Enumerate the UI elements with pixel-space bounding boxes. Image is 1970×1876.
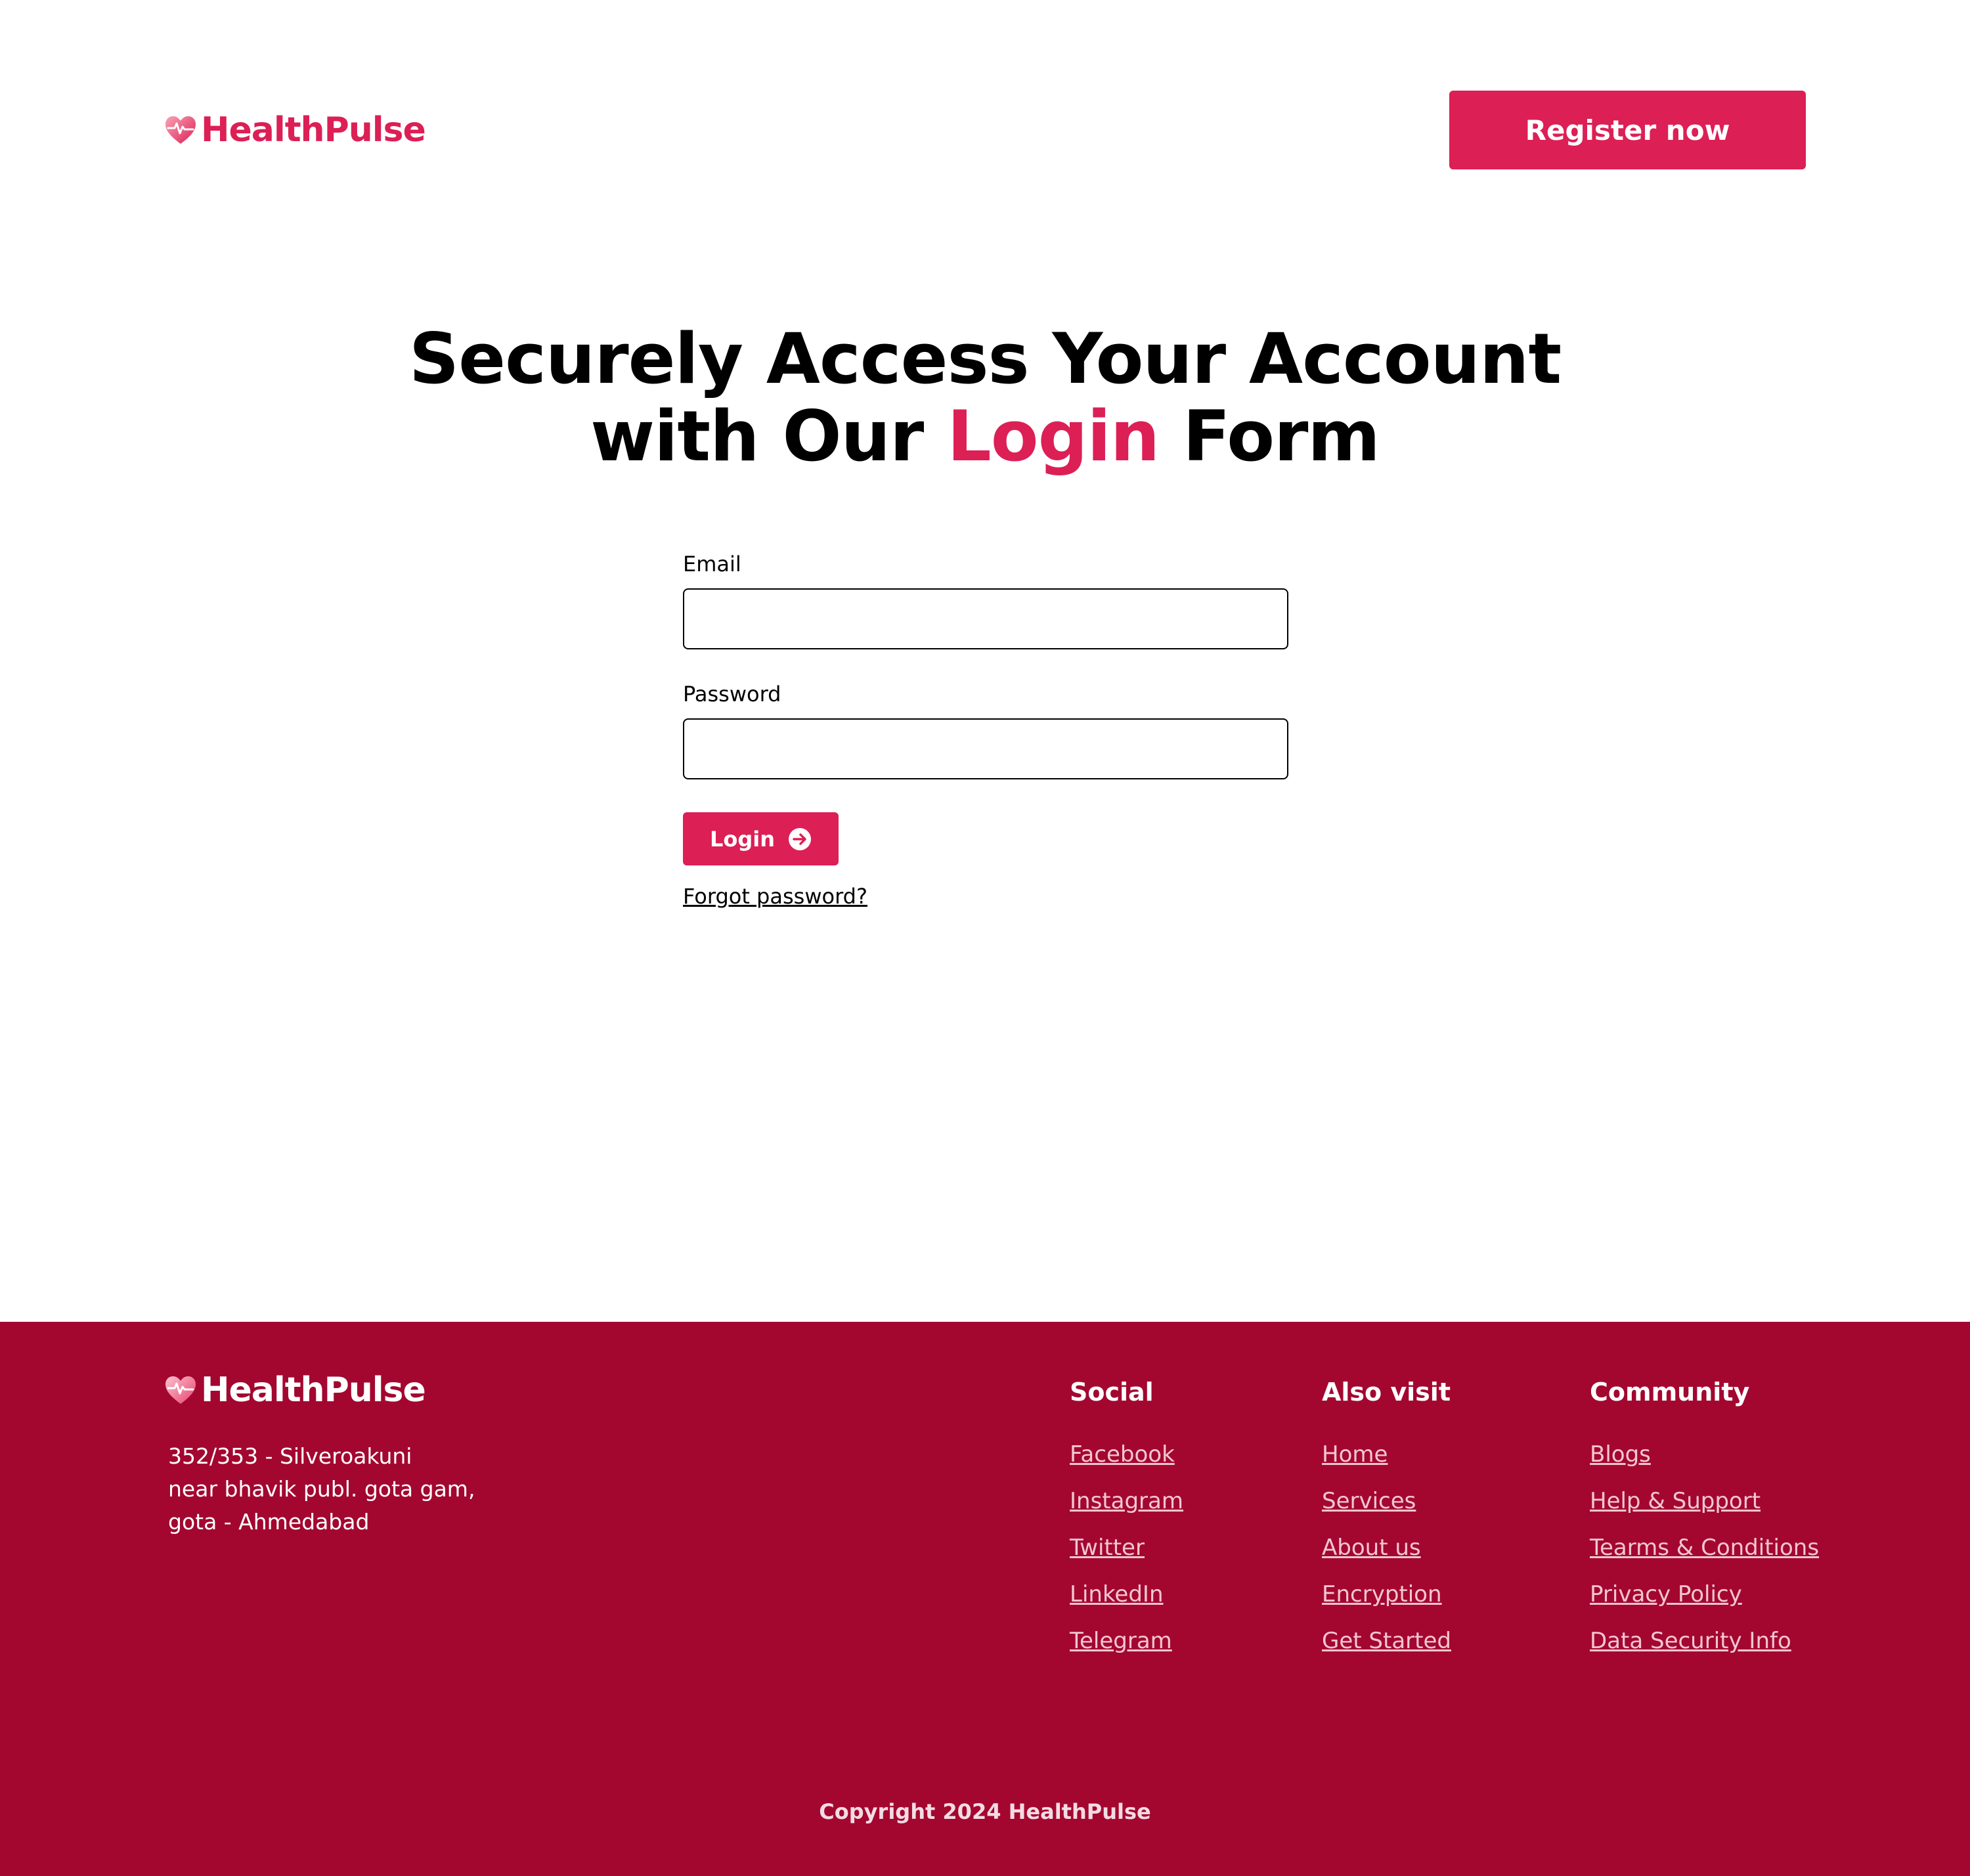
title-line-2-end: Form — [1159, 396, 1380, 477]
footer-link-data-security[interactable]: Data Security Info — [1590, 1628, 1791, 1654]
footer-link-get-started[interactable]: Get Started — [1322, 1628, 1451, 1654]
footer-column-title: Community — [1590, 1378, 1750, 1407]
footer-link-linkedin[interactable]: LinkedIn — [1070, 1581, 1164, 1607]
forgot-password-link[interactable]: Forgot password? — [683, 884, 867, 909]
footer-link-privacy-policy[interactable]: Privacy Policy — [1590, 1581, 1742, 1607]
login-button-label: Login — [709, 826, 776, 852]
arrow-right-circle-icon — [789, 827, 812, 850]
footer-link-instagram[interactable]: Instagram — [1070, 1488, 1183, 1514]
title-accent-word: Login — [947, 396, 1160, 477]
title-line-1: Securely Access Your Account — [408, 318, 1562, 399]
footer-column-community: Community Blogs Help & Support Tearms & … — [1590, 1376, 1819, 1674]
footer-link-telegram[interactable]: Telegram — [1070, 1628, 1172, 1654]
footer-link-about-us[interactable]: About us — [1322, 1535, 1421, 1561]
password-field[interactable] — [683, 718, 1288, 779]
footer-link-help-support[interactable]: Help & Support — [1590, 1488, 1761, 1514]
heart-pulse-icon — [165, 1376, 196, 1404]
email-label: Email — [683, 552, 741, 577]
footer-column-title: Social — [1070, 1378, 1154, 1407]
footer-link-blogs[interactable]: Blogs — [1590, 1441, 1651, 1468]
footer-link-home[interactable]: Home — [1322, 1441, 1388, 1468]
footer-brand-name: HealthPulse — [201, 1370, 426, 1410]
page-title: Securely Access Your Account with Our Lo… — [0, 320, 1970, 475]
copyright-text: Copyright 2024 HealthPulse — [819, 1799, 1151, 1824]
register-button[interactable]: Register now — [1449, 91, 1806, 169]
login-button[interactable]: Login — [683, 812, 839, 865]
footer-link-services[interactable]: Services — [1322, 1488, 1416, 1514]
footer-column-also-visit: Also visit Home Services About us Encryp… — [1322, 1376, 1451, 1674]
password-label: Password — [683, 682, 781, 707]
footer-link-facebook[interactable]: Facebook — [1070, 1441, 1175, 1468]
heart-pulse-icon — [165, 116, 196, 144]
address-line: gota - Ahmedabad — [168, 1509, 370, 1535]
title-line-2-start: with Our — [590, 396, 948, 477]
email-field[interactable] — [683, 588, 1288, 649]
brand-name: HealthPulse — [201, 110, 426, 150]
footer-link-terms[interactable]: Tearms & Conditions — [1590, 1535, 1819, 1561]
header-logo[interactable]: HealthPulse — [164, 113, 426, 147]
footer-column-title: Also visit — [1322, 1378, 1451, 1407]
footer: HealthPulse 352/353 - Silveroakuni near … — [0, 1322, 1970, 1876]
footer-link-twitter[interactable]: Twitter — [1070, 1535, 1145, 1561]
footer-logo[interactable]: HealthPulse — [164, 1373, 426, 1407]
footer-column-social: Social Facebook Instagram Twitter Linked… — [1070, 1376, 1183, 1674]
address-line: near bhavik publ. gota gam, — [168, 1476, 475, 1502]
footer-address: 352/353 - Silveroakuni near bhavik publ.… — [168, 1440, 475, 1538]
address-line: 352/353 - Silveroakuni — [168, 1443, 412, 1469]
footer-link-encryption[interactable]: Encryption — [1322, 1581, 1442, 1607]
